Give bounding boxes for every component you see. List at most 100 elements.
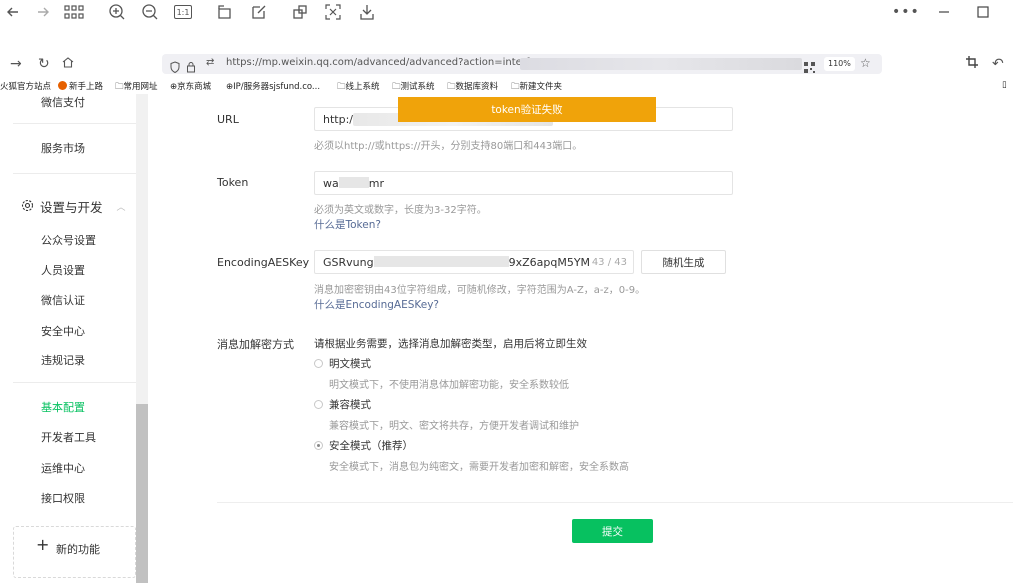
server-config-form: URL http:/ 必须以http://或https://开头，分别支持80端… — [193, 94, 1013, 583]
qr-code-icon[interactable] — [804, 58, 815, 77]
actual-size-label: 1:1 — [176, 7, 190, 17]
aes-value-prefix: GSRvung — [323, 256, 374, 269]
star-icon[interactable]: ☆ — [860, 56, 871, 70]
rotate-icon[interactable] — [216, 3, 234, 21]
viewer-toolbar: 1:1 ••• — [0, 0, 1013, 26]
sidebar-divider — [13, 173, 136, 174]
sidebar-item-wechat-pay[interactable]: 微信支付 — [41, 94, 85, 110]
url-text: https://mp.weixin.qq.com/advanced/advanc… — [226, 57, 548, 68]
crop-icon[interactable] — [966, 56, 978, 72]
gear-icon — [21, 199, 34, 215]
submit-button[interactable]: 提交 — [572, 519, 653, 543]
permissions-icon[interactable]: ⇄ — [206, 57, 214, 68]
radio-compatible-mode[interactable]: 兼容模式 — [314, 397, 371, 412]
undo-icon[interactable]: ↶ — [992, 56, 1004, 72]
url-label: URL — [217, 113, 239, 126]
sidebar-item-api-permissions[interactable]: 接口权限 — [41, 490, 85, 506]
sidebar-group-settings-dev[interactable]: 设置与开发 ︿ — [21, 197, 126, 216]
token-hint: 必须为英文或数字，长度为3-32字符。 — [314, 205, 487, 216]
sidebar-item-violations[interactable]: 违规记录 — [41, 352, 85, 368]
more-icon[interactable]: ••• — [892, 3, 920, 21]
plaintext-mode-desc: 明文模式下，不使用消息体加解密功能，安全系数较低 — [329, 380, 569, 391]
what-is-token-link[interactable]: 什么是Token? — [314, 217, 381, 232]
minimize-icon[interactable] — [938, 3, 950, 21]
radio-label: 明文模式 — [329, 358, 371, 370]
download-icon[interactable] — [359, 3, 375, 21]
firefox-icon — [58, 81, 67, 90]
folder-icon: 🗀 — [447, 82, 456, 92]
bookmark-label: 京东商城 — [177, 82, 212, 92]
aes-redaction — [373, 256, 509, 267]
sidebar-item-ops-center[interactable]: 运维中心 — [41, 460, 85, 476]
bookmark-label: IP/服务器sjsfund.co... — [233, 82, 321, 92]
mobile-icon[interactable]: ▯ — [1002, 80, 1007, 90]
sidebar-divider — [13, 123, 136, 124]
radio-circle — [314, 359, 323, 368]
radio-plaintext-mode[interactable]: 明文模式 — [314, 356, 371, 371]
sidebar-item-wechat-verify[interactable]: 微信认证 — [41, 292, 85, 308]
url-redaction — [520, 58, 802, 70]
actual-size-icon[interactable]: 1:1 — [174, 5, 192, 19]
sidebar-item-staff-settings[interactable]: 人员设置 — [41, 262, 85, 278]
sidebar-divider — [13, 382, 136, 383]
shield-icon — [170, 58, 180, 77]
browser-forward-icon[interactable]: → — [10, 56, 22, 72]
token-value-suffix: mr — [368, 177, 384, 190]
random-generate-button[interactable]: 随机生成 — [641, 250, 726, 274]
token-input[interactable]: wa mr — [314, 171, 733, 195]
token-verify-failed-toast: token验证失败 — [398, 97, 656, 122]
folder-icon: 🗀 — [392, 82, 401, 92]
bookmark-database[interactable]: 🗀数据库资料 — [447, 80, 498, 95]
scrollbar-thumb[interactable] — [136, 404, 148, 583]
edit-icon[interactable] — [251, 3, 267, 21]
folder-icon: 🗀 — [511, 82, 520, 92]
bookmark-getting-started[interactable]: 新手上路 — [58, 80, 103, 92]
token-redaction — [338, 177, 369, 188]
what-is-aes-link[interactable]: 什么是EncodingAESKey? — [314, 297, 439, 312]
lock-icon — [186, 58, 196, 77]
bookmark-jd[interactable]: ⊕京东商城 — [170, 80, 211, 92]
compatible-mode-desc: 兼容模式下，明文、密文将共存，方便开发者调试和维护 — [329, 421, 579, 432]
zoom-in-icon[interactable] — [108, 3, 126, 21]
folder-icon: 🗀 — [337, 82, 346, 92]
bookmark-ip-server[interactable]: ⊕IP/服务器sjsfund.co... — [226, 80, 320, 92]
sidebar-scrollbar[interactable] — [136, 94, 148, 583]
zoom-level[interactable]: 110% — [824, 57, 855, 71]
sidebar-item-security-center[interactable]: 安全中心 — [41, 323, 85, 339]
radio-circle — [314, 400, 323, 409]
forward-arrow-icon[interactable] — [36, 3, 50, 21]
sidebar-item-basic-config[interactable]: 基本配置 — [41, 399, 85, 415]
token-value-prefix: wa — [323, 177, 339, 190]
sidebar: 微信支付 服务市场 设置与开发 ︿ 公众号设置 人员设置 微信认证 安全中心 违… — [0, 94, 148, 583]
zoom-out-icon[interactable] — [141, 3, 159, 21]
bookmark-new-folder[interactable]: 🗀新建文件夹 — [511, 80, 562, 95]
token-label: Token — [217, 176, 249, 189]
address-bar[interactable]: ⇄ https://mp.weixin.qq.com/advanced/adva… — [162, 54, 882, 74]
new-feature-label: 新的功能 — [56, 543, 100, 556]
encryption-mode-label: 消息加解密方式 — [217, 338, 294, 351]
extract-text-icon[interactable] — [325, 3, 341, 21]
aes-char-counter: 43 / 43 — [589, 257, 627, 268]
radio-secure-mode[interactable]: 安全模式（推荐） — [314, 438, 413, 453]
folder-icon: 🗀 — [115, 82, 124, 92]
back-arrow-icon[interactable] — [6, 3, 20, 21]
copy-icon[interactable] — [292, 3, 308, 21]
secure-mode-desc: 安全模式下，消息包为纯密文，需要开发者加密和解密，安全系数高 — [329, 462, 629, 473]
aes-key-input[interactable]: GSRvung 9xZ6apqM5YMdv 43 / 43 — [314, 250, 634, 274]
radio-label: 安全模式（推荐） — [329, 440, 413, 452]
sidebar-item-dev-tools[interactable]: 开发者工具 — [41, 429, 96, 445]
new-feature-button[interactable]: + 新的功能 — [13, 526, 136, 578]
bookmark-common-sites[interactable]: 🗀常用网址 — [115, 80, 158, 95]
chevron-up-icon: ︿ — [116, 203, 126, 213]
maximize-icon[interactable] — [977, 3, 989, 21]
sidebar-group-label: 设置与开发 — [40, 200, 103, 215]
sidebar-item-account-settings[interactable]: 公众号设置 — [41, 232, 96, 248]
grid-icon[interactable] — [64, 3, 84, 21]
bookmark-online-system[interactable]: 🗀线上系统 — [337, 80, 380, 95]
bookmark-firefox-site[interactable]: 火狐官方站点 — [0, 80, 51, 92]
sidebar-item-service-market[interactable]: 服务市场 — [41, 140, 85, 156]
home-icon[interactable] — [62, 56, 74, 72]
reload-icon[interactable]: ↻ — [38, 56, 50, 72]
bookmark-test-system[interactable]: 🗀测试系统 — [392, 80, 435, 95]
bookmarks-bar: 火狐官方站点 新手上路 🗀常用网址 ⊕京东商城 ⊕IP/服务器sjsfund.c… — [0, 79, 1013, 95]
